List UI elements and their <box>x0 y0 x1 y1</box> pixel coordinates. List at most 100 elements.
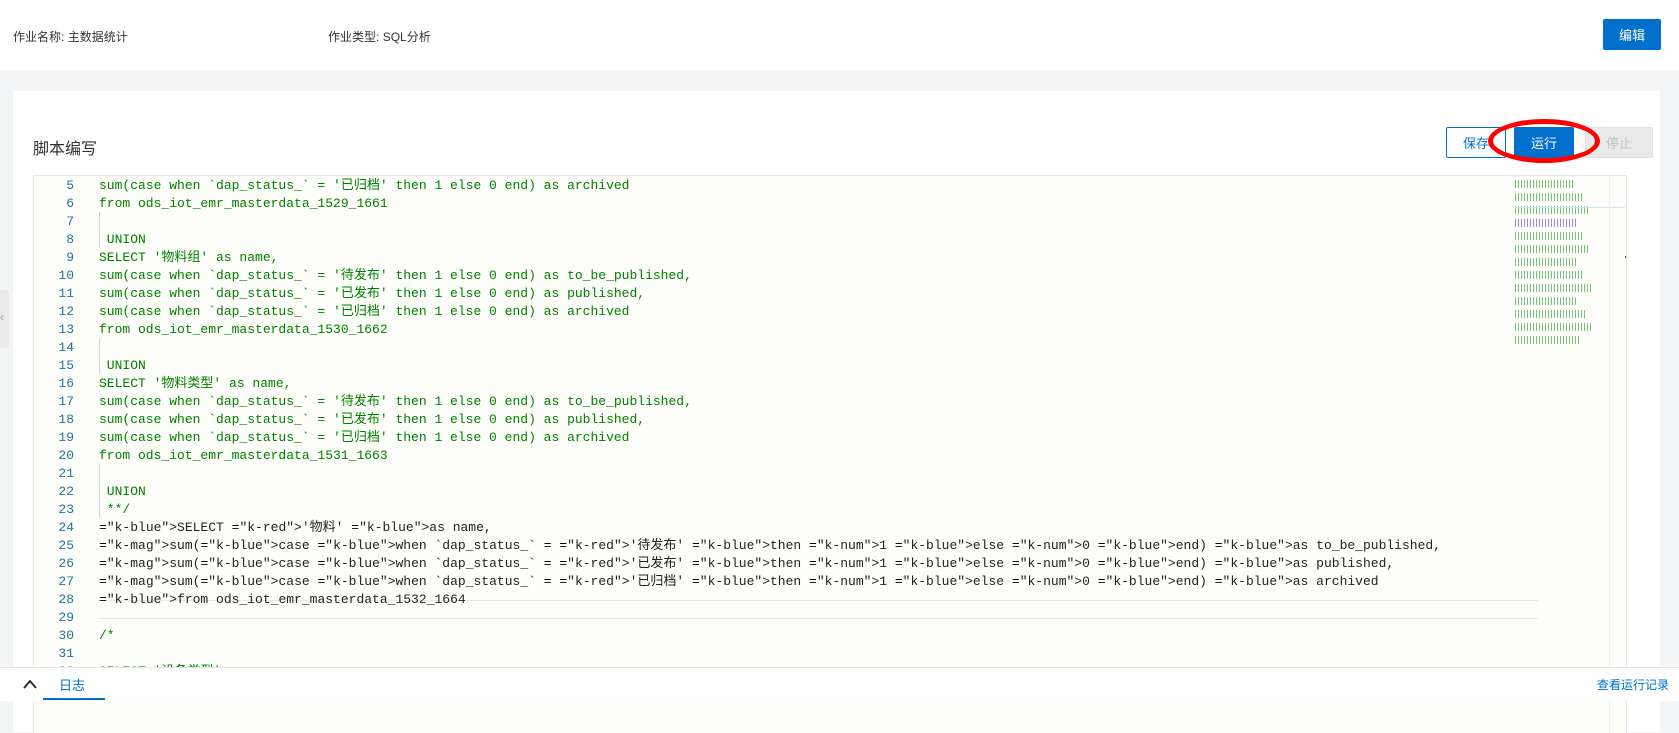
code-line: 10 sum(case when `dap_status_` = '待发布' th… <box>34 266 1504 285</box>
line-text: sum(case when `dap_status_` = '已发布' then… <box>99 412 646 427</box>
chevron-up-icon[interactable] <box>22 676 38 692</box>
code-line: 16 SELECT '物料类型' as name, <box>34 374 1504 393</box>
panel-title: 脚本编写 <box>33 141 98 158</box>
line-number: 15 <box>58 358 74 373</box>
line-number: 22 <box>58 484 74 499</box>
line-text: from ods_iot_emr_masterdata_1529_1661 <box>99 196 388 211</box>
code-line: 6 from ods_iot_emr_masterdata_1529_1661 <box>34 194 1504 213</box>
line-text: SELECT '物料组' as name, <box>99 250 279 265</box>
job-type-field: 作业类型: SQL分析 <box>328 28 431 45</box>
sidebar-collapse-tab[interactable]: ‹ <box>0 290 9 348</box>
edit-button[interactable]: 编辑 <box>1603 19 1661 50</box>
code-line: 30 /* <box>34 626 1504 645</box>
stop-button[interactable]: 停止 <box>1585 127 1653 158</box>
code-line: 25 ="k-mag">sum(="k-blue">case ="k-blue">… <box>34 536 1504 555</box>
line-text: UNION <box>99 484 146 499</box>
minimap-row <box>1515 310 1585 318</box>
line-text: UNION <box>99 232 146 247</box>
line-number: 9 <box>66 250 74 265</box>
log-tab-indicator <box>43 698 105 700</box>
line-number: 29 <box>58 610 74 625</box>
code-line: 22 UNION <box>34 482 1504 501</box>
line-number: 24 <box>58 520 74 535</box>
job-name-value: 主数据统计 <box>67 30 128 44</box>
line-number: 27 <box>58 574 74 589</box>
code-line: 15 UNION <box>34 356 1504 375</box>
chevron-left-icon: ‹ <box>0 310 4 324</box>
minimap-row <box>1515 219 1576 227</box>
code-line: 7 <box>34 212 1504 231</box>
code-line: 14 <box>34 338 1504 357</box>
line-text: ="k-blue">SELECT ="k-red">'物料' ="k-blue"… <box>99 520 492 535</box>
minimap-row <box>1515 271 1584 279</box>
job-name-field: 作业名称: 主数据统计 <box>13 28 128 45</box>
line-text: sum(case when `dap_status_` = '已归档' then… <box>99 304 630 319</box>
line-number: 5 <box>66 178 74 193</box>
line-number: 28 <box>58 592 74 607</box>
code-line: 29 <box>34 608 1504 627</box>
code-line: 12 sum(case when `dap_status_` = '已归档' th… <box>34 302 1504 321</box>
line-text: **/ <box>99 502 131 517</box>
line-number: 20 <box>58 448 74 463</box>
minimap-row <box>1515 336 1579 344</box>
line-text: sum(case when `dap_status_` = '已归档' then… <box>99 430 630 445</box>
line-number: 30 <box>58 628 74 643</box>
code-line: 18 sum(case when `dap_status_` = '已发布' th… <box>34 410 1504 429</box>
code-line: 24 ="k-blue">SELECT ="k-red">'物料' ="k-blu… <box>34 518 1504 537</box>
line-number: 25 <box>58 538 74 553</box>
line-number: 12 <box>58 304 74 319</box>
code-line: 11 sum(case when `dap_status_` = '已发布' th… <box>34 284 1504 303</box>
editor-scrollbar[interactable] <box>1609 176 1626 733</box>
minimap-row <box>1515 193 1582 201</box>
line-text: sum(case when `dap_status_` = '已归档' then… <box>99 178 630 193</box>
code-line: 31 <box>34 644 1504 663</box>
line-text: ="k-mag">sum(="k-blue">case ="k-blue">wh… <box>99 538 1441 553</box>
code-line: 8 UNION <box>34 230 1504 249</box>
minimap-row <box>1515 232 1583 240</box>
minimap-row <box>1515 180 1575 188</box>
minimap-row <box>1515 245 1590 253</box>
line-number: 7 <box>66 214 74 229</box>
code-line: 13 from ods_iot_emr_masterdata_1530_1662 <box>34 320 1504 339</box>
line-number: 26 <box>58 556 74 571</box>
run-button[interactable]: 运行 <box>1514 127 1574 158</box>
minimap-row <box>1515 323 1592 331</box>
line-number: 19 <box>58 430 74 445</box>
line-number: 18 <box>58 412 74 427</box>
line-number: 8 <box>66 232 74 247</box>
line-text: from ods_iot_emr_masterdata_1531_1663 <box>99 448 388 463</box>
code-line: 26 ="k-mag">sum(="k-blue">case ="k-blue">… <box>34 554 1504 573</box>
minimap-row <box>1515 284 1591 292</box>
code-line: 27 ="k-mag">sum(="k-blue">case ="k-blue">… <box>34 572 1504 591</box>
indent-guide <box>99 338 100 374</box>
line-number: 14 <box>58 340 74 355</box>
line-text: sum(case when `dap_status_` = '待发布' then… <box>99 268 692 283</box>
line-number: 31 <box>58 646 74 661</box>
code-line: 19 sum(case when `dap_status_` = '已归档' th… <box>34 428 1504 447</box>
line-number: 21 <box>58 466 74 481</box>
code-line: 5 sum(case when `dap_status_` = '已归档' the… <box>34 176 1504 195</box>
line-text: ="k-mag">sum(="k-blue">case ="k-blue">wh… <box>99 556 1395 571</box>
line-text: sum(case when `dap_status_` = '待发布' then… <box>99 394 692 409</box>
run-history-link[interactable]: 查看运行记录 <box>1597 676 1669 693</box>
line-text: SELECT '物料类型' as name, <box>99 376 292 391</box>
line-text: UNION <box>99 358 146 373</box>
log-bar: 日志 查看运行记录 <box>0 667 1679 701</box>
line-text: /* <box>99 628 115 643</box>
line-number: 6 <box>66 196 74 211</box>
line-number: 13 <box>58 322 74 337</box>
code-line: 23 **/ <box>34 500 1504 519</box>
log-tab[interactable]: 日志 <box>59 675 85 694</box>
indent-guide <box>99 464 100 518</box>
line-text: ="k-mag">sum(="k-blue">case ="k-blue">wh… <box>99 574 1379 589</box>
page-scrollbar[interactable] <box>1665 70 1679 732</box>
save-button[interactable]: 保存 <box>1446 127 1506 158</box>
sql-code-editor[interactable]: 5 sum(case when `dap_status_` = '已归档' the… <box>33 175 1627 733</box>
job-name-label: 作业名称: <box>13 30 65 44</box>
line-number: 11 <box>58 286 74 301</box>
line-text: sum(case when `dap_status_` = '已发布' then… <box>99 286 646 301</box>
line-text: from ods_iot_emr_masterdata_1530_1662 <box>99 322 388 337</box>
job-type-label: 作业类型: <box>328 30 380 44</box>
code-line: 17 sum(case when `dap_status_` = '待发布' th… <box>34 392 1504 411</box>
line-number: 16 <box>58 376 74 391</box>
